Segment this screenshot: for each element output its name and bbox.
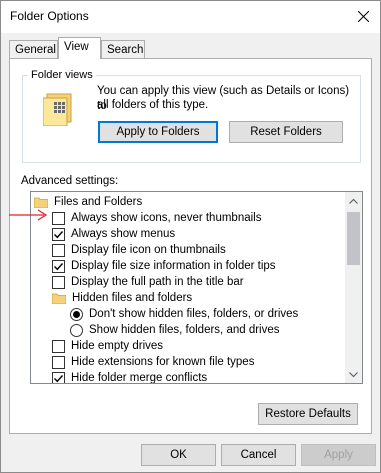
- radio-option-row[interactable]: Don't show hidden files, folders, or dri…: [70, 306, 298, 322]
- checkbox-unchecked[interactable]: [52, 243, 65, 257]
- checkbox-option-row[interactable]: Display file icon on thumbnails: [52, 242, 226, 258]
- checkbox-checked[interactable]: [52, 259, 65, 273]
- folder-views-group: Folder views You can apply this view (su…: [22, 69, 361, 163]
- vertical-scrollbar[interactable]: [345, 192, 362, 383]
- folder-icon: [34, 197, 48, 208]
- checkbox-option-row[interactable]: Hide empty drives: [52, 338, 163, 354]
- option-label: Hide empty drives: [71, 340, 164, 352]
- checkbox-checked[interactable]: [52, 371, 65, 383]
- scrollbar-thumb[interactable]: [347, 212, 360, 265]
- option-label: Display file size information in folder …: [71, 260, 276, 272]
- option-label: Hide folder merge conflicts: [71, 372, 208, 384]
- checkbox-unchecked[interactable]: [52, 355, 65, 369]
- ok-button[interactable]: OK: [141, 444, 216, 466]
- radio-unselected[interactable]: [70, 323, 83, 337]
- tree-folder-row: Hidden files and folders: [52, 290, 192, 306]
- checkbox-unchecked[interactable]: [52, 211, 65, 225]
- tab-view[interactable]: View: [58, 37, 101, 59]
- checkbox-unchecked[interactable]: [52, 339, 65, 353]
- red-arrow-annotation: [9, 209, 48, 221]
- radio-option-row[interactable]: Show hidden files, folders, and drives: [70, 322, 280, 338]
- close-icon: [357, 10, 369, 22]
- option-label: Always show menus: [71, 228, 176, 240]
- view-tab-panel: Folder views You can apply this view (su…: [9, 58, 372, 434]
- folder-views-legend: Folder views: [28, 69, 96, 81]
- option-label: Display the full path in the title bar: [71, 276, 244, 288]
- folder-views-text-line2: all folders of this type.: [97, 99, 209, 111]
- tree-folder-row: Files and Folders: [34, 194, 142, 210]
- option-label: Show hidden files, folders, and drives: [89, 324, 280, 336]
- title-bar: Folder Options: [1, 1, 380, 33]
- radio-selected[interactable]: [70, 307, 83, 321]
- option-label: Don't show hidden files, folders, or dri…: [89, 308, 299, 320]
- restore-defaults-button[interactable]: Restore Defaults: [258, 403, 358, 425]
- scroll-up-button[interactable]: [345, 192, 362, 209]
- apply-to-folders-button[interactable]: Apply to Folders: [98, 121, 218, 143]
- option-label: Hide extensions for known file types: [71, 356, 255, 368]
- reset-folders-button[interactable]: Reset Folders: [229, 121, 343, 143]
- apply-button[interactable]: Apply: [301, 444, 376, 466]
- chevron-down-icon: [349, 371, 358, 377]
- window-title: Folder Options: [10, 9, 89, 23]
- checkmark-icon: [54, 374, 64, 382]
- checkbox-option-row[interactable]: Hide folder merge conflicts: [52, 370, 208, 384]
- advanced-settings-label: Advanced settings:: [21, 175, 119, 187]
- cancel-button[interactable]: Cancel: [221, 444, 296, 466]
- folder-options-window: Folder Options General View Search Folde…: [0, 0, 381, 473]
- checkbox-option-row[interactable]: Display file size information in folder …: [52, 258, 276, 274]
- tab-search[interactable]: Search: [101, 40, 145, 60]
- option-label: Hidden files and folders: [72, 292, 193, 304]
- scroll-down-button[interactable]: [345, 366, 362, 383]
- tab-general[interactable]: General: [9, 40, 58, 60]
- checkbox-option-row[interactable]: Display the full path in the title bar: [52, 274, 244, 290]
- close-button[interactable]: [352, 5, 374, 27]
- checkmark-icon: [54, 262, 64, 270]
- folder-icon: [52, 293, 66, 304]
- checkbox-option-row[interactable]: Always show menus: [52, 226, 175, 242]
- option-label: Display file icon on thumbnails: [71, 244, 226, 256]
- advanced-settings-list[interactable]: Files and Folders Always show icons, neve…: [30, 191, 363, 384]
- option-label: Files and Folders: [54, 196, 143, 208]
- checkbox-unchecked[interactable]: [52, 275, 65, 289]
- checkbox-option-row[interactable]: Always show icons, never thumbnails: [52, 210, 261, 226]
- checkbox-checked[interactable]: [52, 227, 65, 241]
- checkmark-icon: [54, 230, 64, 238]
- checkbox-option-row[interactable]: Hide extensions for known file types: [52, 354, 254, 370]
- option-label: Always show icons, never thumbnails: [71, 212, 262, 224]
- chevron-up-icon: [349, 198, 358, 204]
- folder-views-icon: [43, 93, 72, 126]
